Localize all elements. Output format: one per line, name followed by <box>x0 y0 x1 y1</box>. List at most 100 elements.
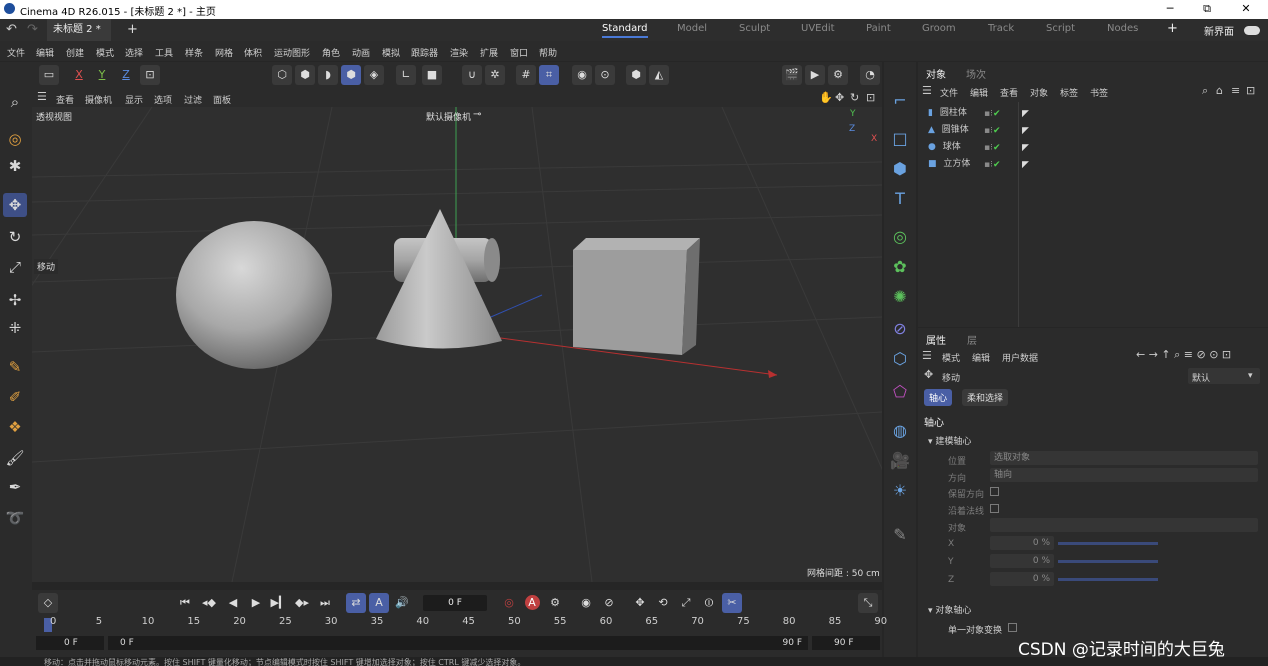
play-icon[interactable]: ▶ <box>246 593 266 613</box>
z-slider[interactable] <box>1058 578 1158 581</box>
deformer-icon[interactable]: ⊘ <box>888 317 912 341</box>
tab-layers[interactable]: 层 <box>967 332 977 347</box>
position-dropdown[interactable]: 选取对象 <box>990 451 1258 465</box>
autokey-icon[interactable]: A <box>522 593 542 613</box>
dolly-icon[interactable]: ✥ <box>835 91 844 104</box>
maximize-button[interactable]: ⧉ <box>1197 2 1217 16</box>
key-rotation-icon[interactable]: ⟲ <box>653 593 673 613</box>
along-normal-checkbox[interactable] <box>990 504 999 513</box>
home-icon[interactable]: ⌂ <box>1216 84 1223 97</box>
object-menu-tags[interactable]: 标签 <box>1060 86 1078 99</box>
single-object-checkbox[interactable] <box>1008 623 1017 632</box>
effector-icon[interactable]: ✺ <box>888 285 912 309</box>
viewport-menu-view[interactable]: 查看 <box>56 93 74 106</box>
spline-boolean-icon[interactable]: ❖ <box>3 415 27 439</box>
perspective-viewport[interactable]: 透视视图 默认摄像机 ⊸ 移动 网格间距 : 50 cm Y Z X <box>32 107 882 582</box>
menu-create[interactable]: 创建 <box>66 46 84 59</box>
expand-icon[interactable]: ⊡ <box>1246 84 1255 97</box>
next-frame-icon[interactable]: ▶▎ <box>269 593 289 613</box>
snap-settings-icon[interactable]: ✱ <box>3 154 27 178</box>
text-icon[interactable]: T <box>888 187 912 211</box>
cloner-icon[interactable]: ✿ <box>888 255 912 279</box>
viewport-menu-display[interactable]: 显示 <box>125 93 143 106</box>
subdivision-icon[interactable]: ◎ <box>888 225 912 249</box>
rotate-tool-icon[interactable]: ↻ <box>3 225 27 249</box>
menu-animation[interactable]: 动画 <box>352 46 370 59</box>
z-axis-toggle[interactable]: Z <box>116 65 136 85</box>
layout-model[interactable]: Model <box>677 23 707 34</box>
layout-uvedit[interactable]: UVEdit <box>801 23 835 34</box>
points-mode-icon[interactable]: ⬡ <box>272 65 292 85</box>
object-menu-view[interactable]: 查看 <box>1000 86 1018 99</box>
record-icon[interactable]: ◎ <box>499 593 519 613</box>
layout-groom[interactable]: Groom <box>922 23 956 34</box>
coordinate-system-icon[interactable]: ⊡ <box>140 65 160 85</box>
next-key-icon[interactable]: ◆▸ <box>292 593 312 613</box>
menu-edit[interactable]: 编辑 <box>36 46 54 59</box>
viewport-menu-cameras[interactable]: 摄像机 <box>85 93 112 106</box>
x-slider[interactable] <box>1058 542 1158 545</box>
y-value-field[interactable]: 0 % <box>990 554 1054 568</box>
y-slider[interactable] <box>1058 560 1158 563</box>
menu-simulate[interactable]: 模拟 <box>382 46 400 59</box>
primitive-cube-icon[interactable]: ⬢ <box>888 157 912 181</box>
keep-orientation-checkbox[interactable] <box>990 487 999 496</box>
move-tool-icon[interactable]: ✥ <box>3 193 27 217</box>
layout-script[interactable]: Script <box>1046 23 1075 34</box>
object-menu-bookmarks[interactable]: 书签 <box>1090 86 1108 99</box>
object-row-cylinder[interactable]: ▮ 圆柱体 <box>928 105 1018 119</box>
menu-character[interactable]: 角色 <box>322 46 340 59</box>
interactive-render-icon[interactable]: ◔ <box>860 65 880 85</box>
menu-render[interactable]: 渲染 <box>450 46 468 59</box>
layout-track[interactable]: Track <box>988 23 1014 34</box>
attribute-menu-userdata[interactable]: 用户数据 <box>1002 351 1038 364</box>
search-icon[interactable]: ⌕ <box>3 90 27 114</box>
object-menu-object[interactable]: 对象 <box>1030 86 1048 99</box>
edit-render-settings-icon[interactable]: ⚙ <box>828 65 848 85</box>
object-row-cone[interactable]: ▲ 圆锥体 <box>928 122 1018 136</box>
object-link-field[interactable] <box>990 518 1258 532</box>
lasso-icon[interactable]: ➰ <box>3 506 27 530</box>
x-value-field[interactable]: 0 % <box>990 536 1054 550</box>
pan-icon[interactable]: ✋ <box>819 91 833 104</box>
tab-takes[interactable]: 场次 <box>966 66 986 81</box>
prev-key-icon[interactable]: ◂◆ <box>199 593 219 613</box>
render-active-view-icon[interactable]: ▶ <box>805 65 825 85</box>
undo-icon[interactable]: ↶ <box>6 19 17 41</box>
maximize-view-icon[interactable]: ⊡ <box>866 91 875 104</box>
render-picture-viewer-icon[interactable]: 🎬 <box>782 65 802 85</box>
menu-window[interactable]: 窗口 <box>510 46 528 59</box>
key-all-icon[interactable]: ⊘ <box>599 593 619 613</box>
key-scale-icon[interactable]: ⤢ <box>676 593 696 613</box>
keyframe-icon[interactable]: ◇ <box>38 593 58 613</box>
viewport-menu-filter[interactable]: 过滤 <box>184 93 202 106</box>
add-tab-button[interactable]: + <box>127 19 138 41</box>
add-layout-button[interactable]: + <box>1167 21 1178 36</box>
field-icon[interactable]: ⬡ <box>888 347 912 371</box>
tab-attributes[interactable]: 属性 <box>926 332 946 347</box>
go-to-start-icon[interactable]: ⏮ <box>175 593 195 613</box>
start-frame-field[interactable]: 0 F <box>36 636 104 650</box>
playback-rate-icon[interactable]: A <box>369 593 389 613</box>
timeline-zoom-icon[interactable]: ⤡ <box>858 593 878 613</box>
minimize-button[interactable]: ─ <box>1160 2 1180 15</box>
null-object-icon[interactable]: □ <box>888 127 912 151</box>
subtab-soft-selection[interactable]: 柔和选择 <box>962 389 1009 406</box>
group-modeling-axis[interactable]: ▾ 建模轴心 <box>928 434 971 447</box>
layout-nodes[interactable]: Nodes <box>1107 23 1138 34</box>
object-menu-edit[interactable]: 编辑 <box>970 86 988 99</box>
environment-icon[interactable]: ◍ <box>888 419 912 443</box>
pen-spline-icon[interactable]: ✎ <box>3 355 27 379</box>
back-icon[interactable]: ← → ↑ ⌕ ≡ ⊘ ⊙ ⊡ <box>1136 348 1231 362</box>
cube-object[interactable] <box>573 238 700 355</box>
viewport-menu-panel[interactable]: 面板 <box>213 93 231 106</box>
attribute-menu-mode[interactable]: 模式 <box>942 351 960 364</box>
search-icon[interactable]: ⌕ <box>1202 84 1208 98</box>
workplane-icon[interactable]: ⌗ <box>539 65 559 85</box>
transform-tool-icon[interactable]: ✢ <box>3 288 27 312</box>
layout-paint[interactable]: Paint <box>866 23 891 34</box>
menu-help[interactable]: 帮助 <box>539 46 557 59</box>
menu-tracker[interactable]: 跟踪器 <box>411 46 438 59</box>
object-row-sphere[interactable]: ● 球体 <box>928 139 1018 153</box>
edit-tag-icon[interactable]: ✎ <box>888 523 912 547</box>
